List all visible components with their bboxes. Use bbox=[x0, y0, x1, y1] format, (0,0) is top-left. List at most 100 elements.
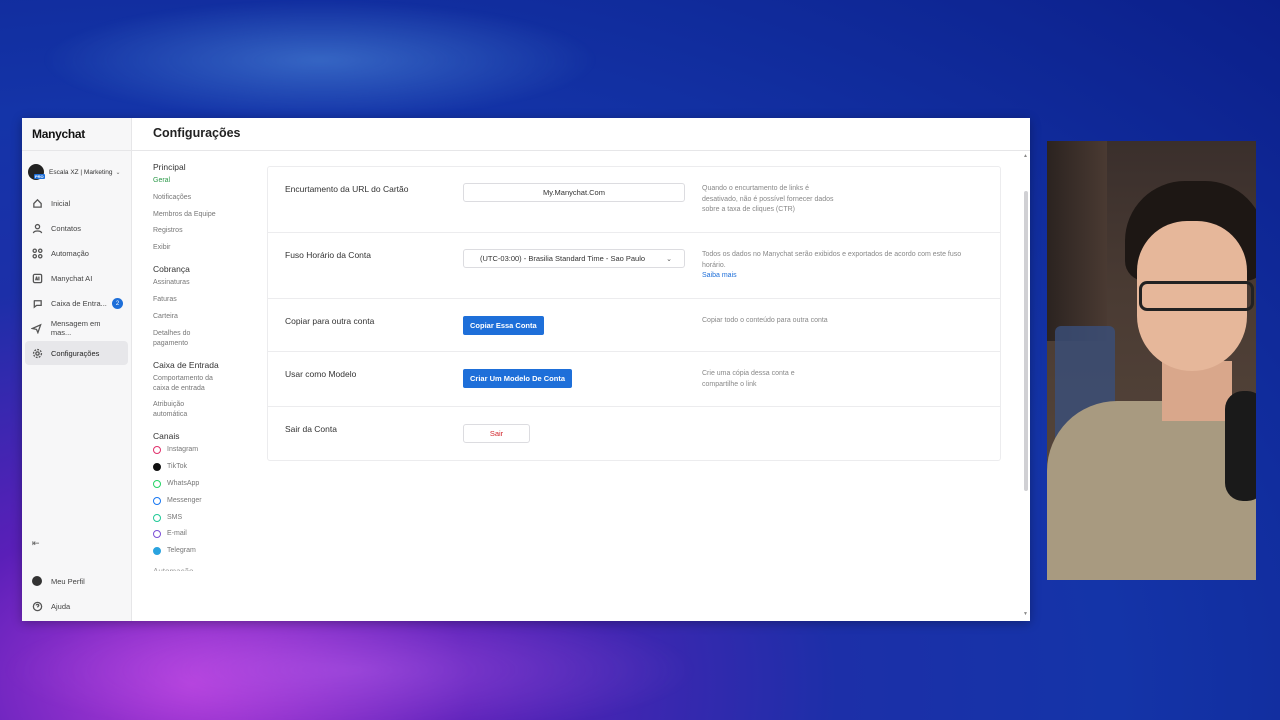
pro-badge: PRO bbox=[34, 174, 45, 179]
manychat-logo[interactable]: Manychat bbox=[22, 118, 131, 151]
background-glow-top bbox=[40, 0, 600, 120]
settings-section-caixa-de-entrada: Caixa de Entrada Comportamento da caixa … bbox=[153, 360, 267, 421]
logout-button[interactable]: Sair bbox=[463, 424, 530, 443]
setting-description: Crie uma cópia dessa conta e compartilhe… bbox=[702, 370, 795, 388]
page-title: Configurações bbox=[132, 118, 1030, 151]
settings-nav-whatsapp[interactable]: WhatsApp bbox=[153, 479, 267, 489]
gear-icon bbox=[31, 347, 43, 359]
copy-account-button[interactable]: Copiar Essa Conta bbox=[463, 316, 544, 335]
messenger-icon bbox=[153, 496, 161, 505]
settings-nav-comportamento[interactable]: Comportamento da caixa de entrada bbox=[153, 374, 228, 394]
settings-nav-sms[interactable]: SMS bbox=[153, 513, 267, 523]
setting-control: (UTC-03:00) - Brasilia Standard Time - S… bbox=[463, 233, 702, 298]
url-shortening-input[interactable]: My.Manychat.Com bbox=[463, 183, 685, 202]
sidebar-item-label: Ajuda bbox=[51, 601, 71, 611]
inbox-icon bbox=[31, 297, 43, 309]
tiktok-icon bbox=[153, 463, 161, 472]
create-template-button[interactable]: Criar Um Modelo De Conta bbox=[463, 369, 573, 388]
sidebar-item-label: Automação bbox=[51, 248, 89, 258]
whatsapp-icon bbox=[153, 479, 161, 488]
collapse-sidebar-icon[interactable]: ⇤ bbox=[32, 538, 40, 549]
account-avatar: PRO bbox=[28, 164, 45, 180]
telegram-icon bbox=[153, 547, 161, 556]
channel-label: SMS bbox=[167, 513, 183, 521]
sidebar-item-label: Manychat AI bbox=[51, 273, 93, 283]
email-icon bbox=[153, 530, 161, 539]
sidebar-item-caixa-de-entrada[interactable]: Caixa de Entra... 2 bbox=[25, 291, 128, 315]
timezone-select[interactable]: (UTC-03:00) - Brasilia Standard Time - S… bbox=[463, 249, 685, 268]
settings-nav-instagram[interactable]: Instagram bbox=[153, 445, 267, 455]
setting-control: Criar Um Modelo De Conta bbox=[463, 352, 702, 406]
sidebar-item-label: Inicial bbox=[51, 198, 71, 208]
settings-nav-email[interactable]: E-mail bbox=[153, 529, 267, 539]
setting-control: Sair bbox=[463, 407, 702, 460]
settings-panel-wrap: Encurtamento da URL do Cartão My.Manycha… bbox=[267, 151, 1030, 621]
settings-nav-messenger[interactable]: Messenger bbox=[153, 496, 267, 506]
scroll-up-icon[interactable]: ▲ bbox=[1023, 153, 1028, 159]
sms-icon bbox=[153, 513, 161, 522]
setting-label: Usar como Modelo bbox=[285, 369, 357, 379]
sidebar-item-manychat-ai[interactable]: Manychat AI bbox=[25, 266, 128, 290]
settings-nav-geral[interactable]: Geral bbox=[153, 176, 267, 186]
microphone bbox=[1225, 391, 1256, 501]
webcam-overlay bbox=[1047, 141, 1256, 580]
sidebar-item-inicial[interactable]: Inicial bbox=[25, 191, 128, 215]
settings-nav: Principal Geral Notificações Membros da … bbox=[132, 151, 267, 621]
setting-description: Quando o encurtamento de links é desativ… bbox=[702, 185, 834, 213]
sidebar-bottom-nav: Meu Perfil Ajuda bbox=[22, 568, 131, 619]
scrollbar-thumb[interactable] bbox=[1024, 191, 1028, 491]
channel-label: Messenger bbox=[167, 496, 202, 504]
sidebar-item-mensagem-em-massa[interactable]: Mensagem em mas... bbox=[25, 316, 128, 340]
section-title: Caixa de Entrada bbox=[153, 359, 219, 370]
profile-avatar bbox=[31, 575, 43, 587]
ai-icon bbox=[31, 272, 43, 284]
settings-content: Principal Geral Notificações Membros da … bbox=[132, 151, 1030, 621]
sidebar-item-automacao[interactable]: Automação bbox=[25, 241, 128, 265]
broadcast-icon bbox=[31, 322, 43, 334]
settings-nav-tiktok[interactable]: TikTok bbox=[153, 462, 267, 472]
settings-nav-faturas[interactable]: Faturas bbox=[153, 295, 267, 305]
setting-row-use-as-template: Usar como Modelo Criar Um Modelo De Cont… bbox=[268, 352, 1000, 407]
setting-label: Encurtamento da URL do Cartão bbox=[285, 184, 409, 194]
section-title: Cobrança bbox=[153, 264, 190, 275]
section-title: Canais bbox=[153, 431, 180, 442]
instagram-icon bbox=[153, 446, 161, 455]
account-switcher[interactable]: PRO Escala XZ | Marketing ⌄ bbox=[22, 157, 131, 187]
scroll-down-icon[interactable]: ▼ bbox=[1023, 611, 1028, 617]
webcam-person-glasses bbox=[1139, 281, 1254, 311]
sidebar-item-ajuda[interactable]: Ajuda bbox=[25, 594, 128, 618]
sidebar: Manychat PRO Escala XZ | Marketing ⌄ Ini… bbox=[22, 118, 132, 621]
learn-more-link[interactable]: Saiba mais bbox=[702, 272, 737, 279]
settings-nav-detalhes-do-pagamento[interactable]: Detalhes do pagamento bbox=[153, 329, 213, 349]
settings-nav-membros-da-equipe[interactable]: Membros da Equipe bbox=[153, 210, 267, 220]
channel-label: TikTok bbox=[167, 463, 187, 471]
sidebar-item-label: Caixa de Entra... bbox=[51, 298, 107, 308]
setting-label: Sair da Conta bbox=[285, 424, 337, 434]
settings-nav-atribuicao-automatica[interactable]: Atribuição automática bbox=[153, 400, 213, 420]
chevron-down-icon: ⌄ bbox=[115, 169, 121, 176]
settings-nav-exibir[interactable]: Exibir bbox=[153, 243, 267, 253]
channel-label: WhatsApp bbox=[167, 479, 200, 487]
setting-description: Todos os dados no Manychat serão exibido… bbox=[702, 233, 1000, 298]
timezone-description: Todos os dados no Manychat serão exibido… bbox=[702, 251, 962, 269]
sidebar-item-label: Mensagem em mas... bbox=[50, 319, 101, 337]
setting-row-timezone: Fuso Horário da Conta (UTC-03:00) - Bras… bbox=[268, 233, 1000, 299]
channel-label: Telegram bbox=[167, 547, 196, 555]
inbox-count-badge: 2 bbox=[112, 298, 123, 309]
sidebar-item-meu-perfil[interactable]: Meu Perfil bbox=[25, 569, 128, 593]
settings-nav-notificacoes[interactable]: Notificações bbox=[153, 193, 267, 203]
sidebar-item-label: Configurações bbox=[51, 348, 100, 358]
sidebar-item-contatos[interactable]: Contatos bbox=[25, 216, 128, 240]
settings-nav-carteira[interactable]: Carteira bbox=[153, 312, 267, 322]
sidebar-item-label: Meu Perfil bbox=[51, 576, 85, 586]
home-icon bbox=[31, 197, 43, 209]
sidebar-item-configuracoes[interactable]: Configurações bbox=[25, 341, 128, 365]
setting-description: Copiar todo o conteúdo para outra conta bbox=[702, 317, 828, 324]
setting-control: Copiar Essa Conta bbox=[463, 299, 702, 351]
settings-nav-assinaturas[interactable]: Assinaturas bbox=[153, 278, 267, 288]
section-title: Principal bbox=[153, 162, 186, 172]
settings-nav-registros[interactable]: Registros bbox=[153, 226, 267, 236]
channel-label: E-mail bbox=[167, 530, 187, 538]
settings-nav-telegram[interactable]: Telegram bbox=[153, 546, 267, 556]
settings-section-canais: Canais Instagram TikTok WhatsApp Messeng… bbox=[153, 431, 267, 556]
